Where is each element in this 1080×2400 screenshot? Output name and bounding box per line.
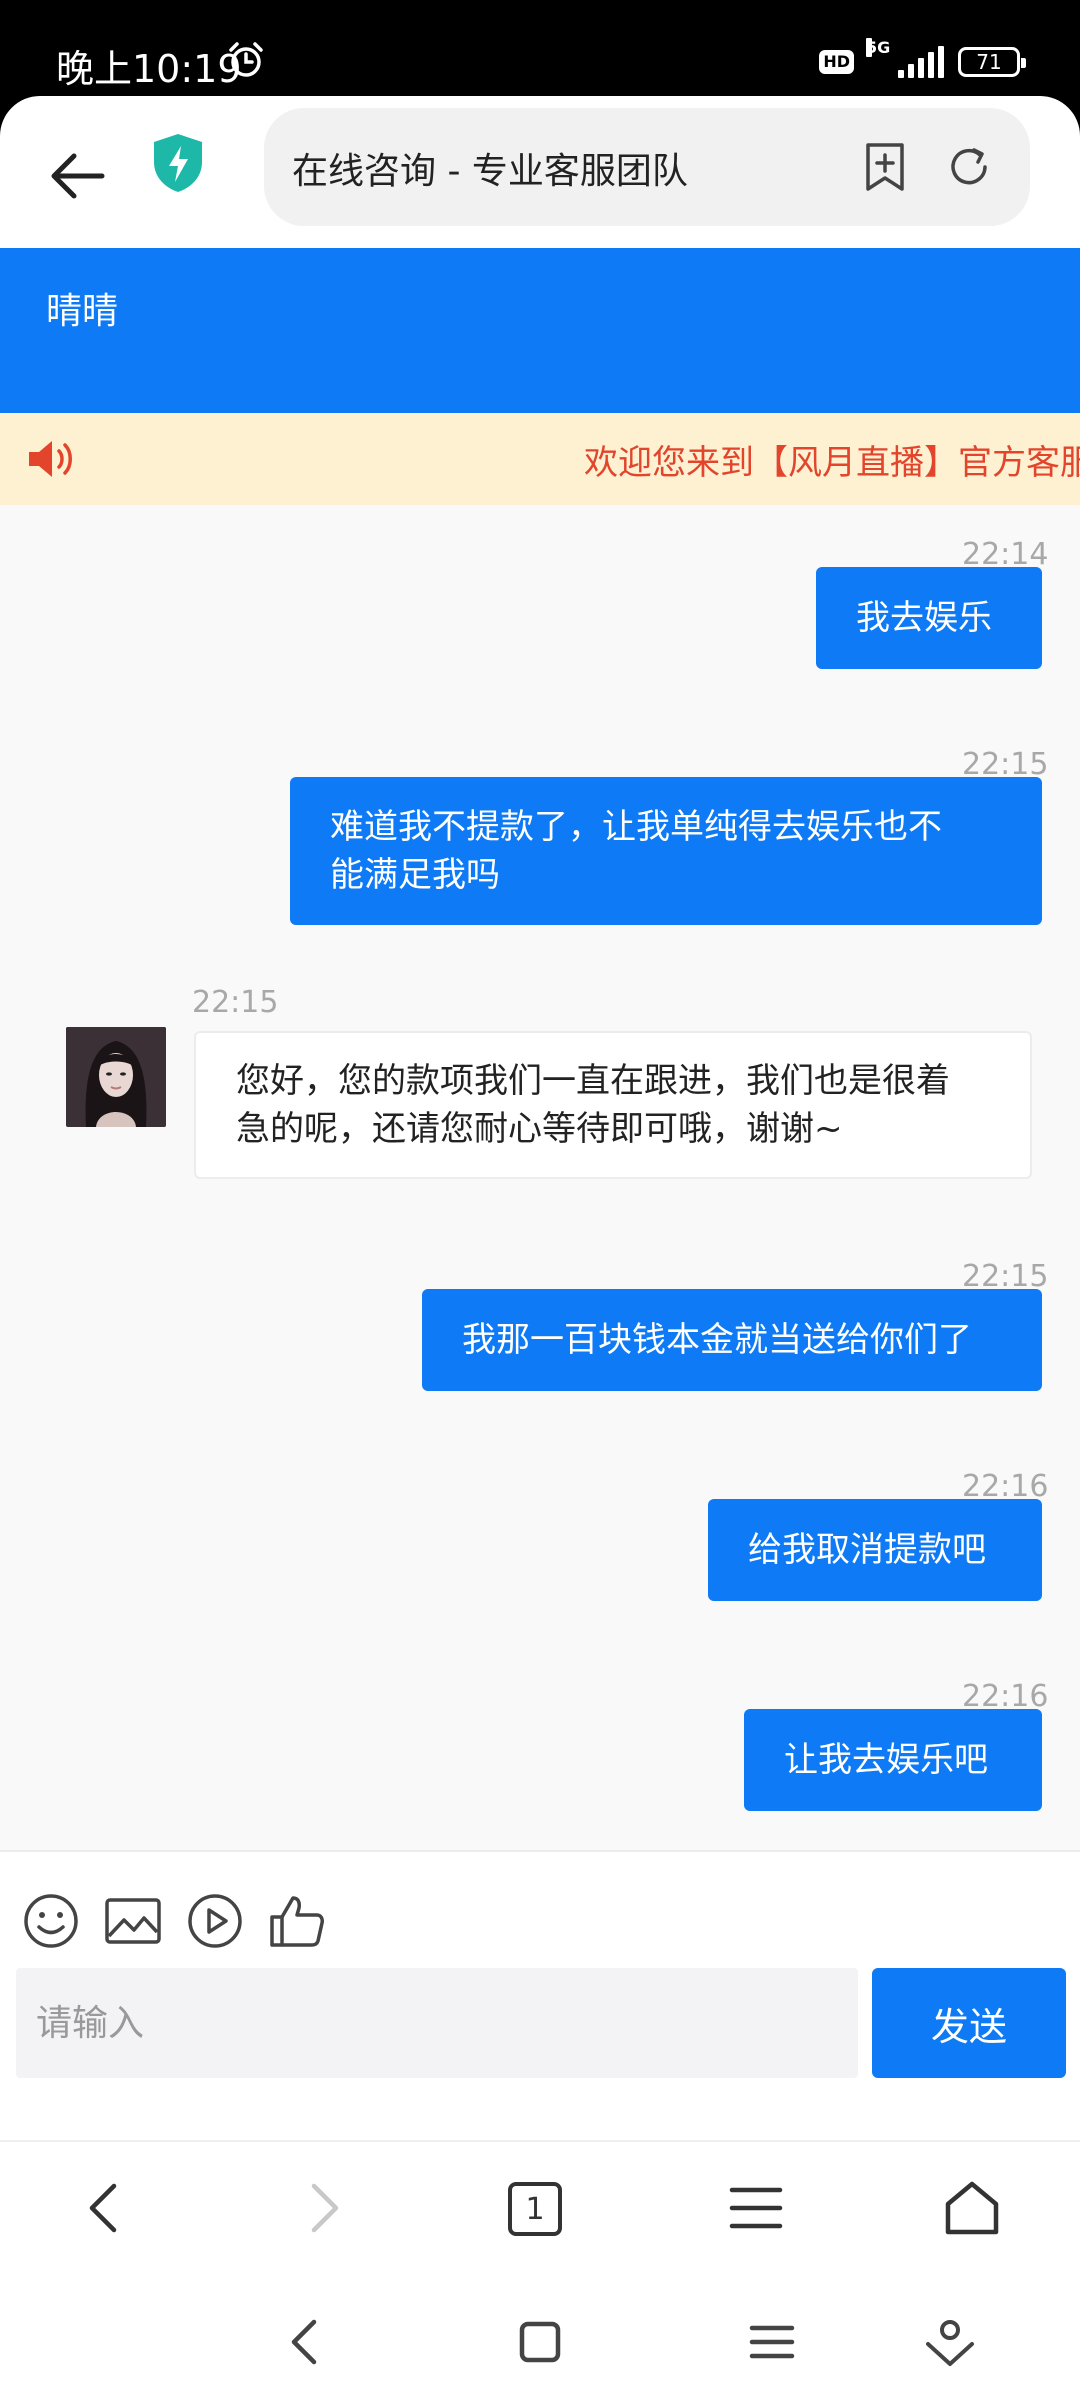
message-line: 能满足我吗	[330, 855, 500, 895]
home-icon[interactable]	[512, 2314, 568, 2370]
address-bar[interactable]: 在线咨询 - 专业客服团队	[264, 108, 1030, 226]
image-icon[interactable]	[104, 1892, 162, 1950]
message-text: 让我去娱乐吧	[784, 1740, 988, 1780]
browser-bottom-nav: 1	[0, 2140, 1080, 2270]
avatar-image	[66, 1027, 166, 1127]
thumbs-up-icon[interactable]	[268, 1892, 326, 1950]
battery-icon: 71	[958, 47, 1026, 77]
message-time: 22:15	[192, 985, 279, 1020]
back-icon[interactable]	[278, 2314, 334, 2370]
network-type: 5G	[866, 38, 891, 57]
message-bubble-outgoing[interactable]: 我那一百块钱本金就当送给你们了	[422, 1289, 1042, 1391]
status-bar: 晚上10:19 HD 5G 71	[0, 0, 1080, 110]
message-bubble-outgoing[interactable]: 让我去娱乐吧	[744, 1709, 1042, 1811]
status-time: 晚上10:19	[56, 47, 242, 91]
message-bubble-outgoing[interactable]: 我去娱乐	[816, 567, 1042, 669]
alarm-icon	[229, 42, 263, 77]
page-title[interactable]: 在线咨询 - 专业客服团队	[292, 142, 688, 194]
message-line: 急的呢，还请您耐心等待即可哦，谢谢~	[236, 1109, 843, 1149]
notice-banner: 欢迎您来到【风月直播】官方客服	[0, 413, 1080, 505]
emoji-icon[interactable]	[22, 1892, 80, 1950]
back-icon[interactable]	[74, 2176, 138, 2240]
hd-badge: HD	[819, 50, 854, 74]
message-text: 给我取消提款吧	[748, 1530, 986, 1570]
agent-name: 晴晴	[46, 291, 119, 332]
message-input[interactable]	[16, 1968, 858, 2078]
message-line: 难道我不提款了，让我单纯得去娱乐也不	[330, 807, 942, 847]
forward-icon[interactable]	[290, 2176, 354, 2240]
tabs-icon[interactable]: 1	[508, 2182, 562, 2236]
signal-icon: 5G	[866, 38, 944, 78]
avatar[interactable]	[66, 1027, 166, 1127]
message-text: 难道我不提款了，让我单纯得去娱乐也不 能满足我吗	[330, 803, 942, 899]
message-list: 22:14 我去娱乐 22:15 难道我不提款了，让我单纯得去娱乐也不 能满足我…	[0, 505, 1080, 1850]
reload-icon[interactable]	[944, 142, 994, 192]
notice-text: 欢迎您来到【风月直播】官方客服	[584, 443, 1080, 483]
status-indicators: HD 5G 71	[819, 38, 1026, 82]
home-icon[interactable]	[940, 2176, 1004, 2240]
message-bubble-outgoing[interactable]: 给我取消提款吧	[708, 1499, 1042, 1601]
back-arrow-icon[interactable]	[44, 142, 112, 210]
message-text: 我去娱乐	[856, 598, 992, 638]
recents-icon[interactable]	[744, 2314, 800, 2370]
message-line: 您好，您的款项我们一直在跟进，我们也是很着	[236, 1061, 950, 1101]
message-text: 我那一百块钱本金就当送给你们了	[462, 1320, 972, 1360]
browser-toolbar: 在线咨询 - 专业客服团队	[0, 96, 1080, 248]
system-nav-bar	[0, 2270, 1080, 2400]
battery-level: 71	[976, 50, 1002, 74]
video-icon[interactable]	[186, 1892, 244, 1950]
message-bubble-outgoing[interactable]: 难道我不提款了，让我单纯得去娱乐也不 能满足我吗	[290, 777, 1042, 925]
bookmark-add-icon[interactable]	[862, 142, 908, 192]
composer: 发送	[0, 1850, 1080, 2140]
chat-header: 晴晴	[0, 248, 1080, 413]
message-bubble-incoming[interactable]: 您好，您的款项我们一直在跟进，我们也是很着 急的呢，还请您耐心等待即可哦，谢谢~	[194, 1031, 1032, 1179]
menu-icon[interactable]	[724, 2176, 788, 2240]
tab-count: 1	[525, 2191, 545, 2227]
shield-lightning-icon[interactable]	[150, 132, 206, 194]
assistant-icon[interactable]	[922, 2314, 978, 2370]
send-button[interactable]: 发送	[872, 1968, 1066, 2078]
message-text: 您好，您的款项我们一直在跟进，我们也是很着 急的呢，还请您耐心等待即可哦，谢谢~	[236, 1057, 950, 1153]
speaker-icon	[29, 441, 72, 477]
